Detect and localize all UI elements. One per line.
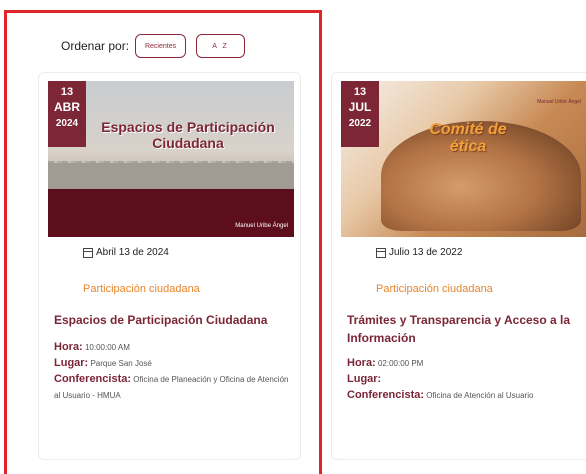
date-badge: 13 ABR 2024: [48, 81, 86, 147]
event-hora: Hora: 02:00:00 PM: [347, 355, 586, 372]
date-badge: 13 JUL 2022: [341, 81, 379, 147]
conferencista-label: Conferencista:: [347, 389, 425, 401]
sort-label: Ordenar por:: [61, 39, 130, 53]
hora-label: Hora:: [347, 357, 376, 369]
conferencista-label: Conferencista:: [54, 373, 132, 385]
image-title: Comité de ética: [429, 121, 507, 155]
event-date-text: Julio 13 de 2022: [389, 247, 463, 258]
sort-bar: Ordenar por: Recientes A Z: [61, 34, 246, 58]
badge-year: 2024: [55, 118, 79, 129]
logo: Manuel Uribe Ángel: [537, 99, 581, 105]
event-title[interactable]: Espacios de Participación Ciudadana: [54, 311, 294, 329]
event-card[interactable]: Comité de ética Manuel Uribe Ángel 13 JU…: [331, 72, 586, 460]
sort-recientes-button[interactable]: Recientes: [135, 34, 187, 58]
event-card[interactable]: Espacios de Participación Ciudadana Manu…: [38, 72, 301, 460]
lugar-label: Lugar:: [347, 373, 382, 385]
hora-value: 10:00:00 AM: [84, 343, 130, 352]
calendar-icon: [83, 247, 93, 258]
calendar-icon: [376, 247, 386, 258]
event-lugar: Lugar:: [347, 371, 586, 388]
hora-value: 02:00:00 PM: [377, 359, 424, 368]
badge-day: 13: [353, 86, 367, 98]
event-lugar: Lugar: Parque San José: [54, 355, 294, 372]
hora-label: Hora:: [54, 341, 83, 353]
badge-month: ABR: [54, 100, 80, 114]
lugar-value: Parque San José: [90, 359, 152, 368]
lugar-label: Lugar:: [54, 357, 89, 369]
event-date-text: Abril 13 de 2024: [96, 247, 169, 258]
logo: Manuel Uribe Ángel: [235, 223, 288, 229]
image-title: Espacios de Participación Ciudadana: [101, 119, 275, 151]
badge-month: JUL: [348, 100, 372, 114]
badge-year: 2022: [348, 118, 372, 129]
conferencista-value: Oficina de Atención al Usuario: [426, 391, 534, 400]
event-conferencista: Conferencista: Oficina de Atención al Us…: [347, 387, 586, 404]
badge-day: 13: [60, 86, 74, 98]
sort-az-button[interactable]: A Z: [196, 34, 246, 58]
event-title[interactable]: Trámites y Transparencia y Acceso a la I…: [347, 311, 586, 347]
event-hora: Hora: 10:00:00 AM: [54, 339, 294, 356]
event-conferencista: Conferencista: Oficina de Planeación y O…: [54, 371, 294, 404]
event-category[interactable]: Participación ciudadana: [83, 283, 200, 295]
event-category[interactable]: Participación ciudadana: [376, 283, 493, 295]
event-date: Abril 13 de 2024: [83, 247, 169, 258]
event-date: Julio 13 de 2022: [376, 247, 462, 258]
